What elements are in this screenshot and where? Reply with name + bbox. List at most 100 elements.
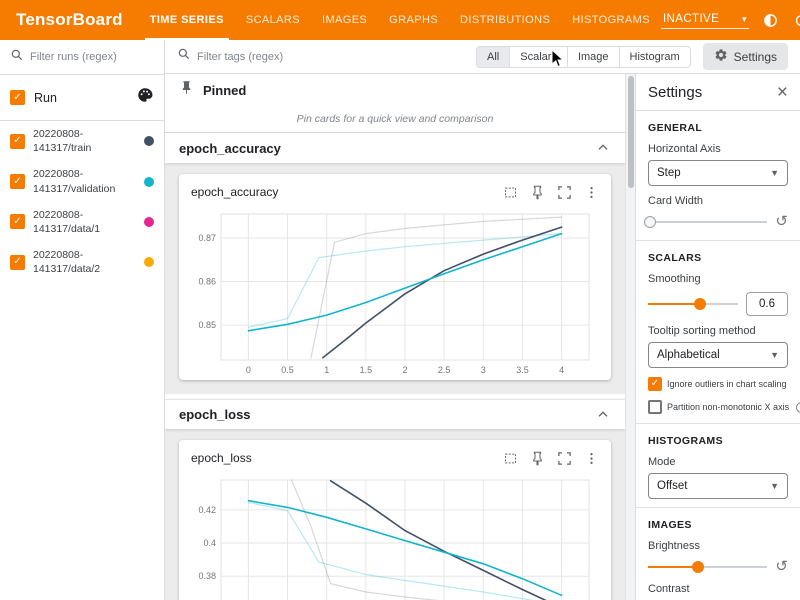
run-label: 20220808-141317/data/2: [33, 248, 136, 276]
run-checkbox[interactable]: [10, 174, 25, 189]
partition-x-checkbox[interactable]: [648, 400, 662, 414]
tab-distributions[interactable]: DISTRIBUTIONS: [449, 0, 561, 40]
run-color-dot: [144, 257, 154, 267]
svg-text:2: 2: [402, 365, 407, 375]
tooltip-sorting-value: Alphabetical: [657, 349, 720, 361]
divider: [636, 110, 800, 111]
scalars-heading: SCALARS: [648, 252, 788, 264]
reset-icon[interactable]: ↺: [775, 214, 788, 229]
header-actions: INACTIVE ▾ ?: [661, 11, 800, 29]
svg-text:0.5: 0.5: [281, 365, 294, 375]
svg-text:0: 0: [246, 365, 251, 375]
scrollbar-thumb[interactable]: [628, 76, 634, 188]
fullscreen-icon[interactable]: [556, 450, 572, 466]
section-title: epoch_accuracy: [179, 141, 281, 156]
more-options-icon[interactable]: [583, 450, 599, 466]
horizontal-axis-select[interactable]: Step ▼: [648, 160, 788, 186]
card-header: epoch_accuracy: [187, 182, 603, 204]
run-list-item[interactable]: 20220808-141317/data/2: [0, 242, 164, 282]
fit-domain-icon[interactable]: [502, 184, 518, 200]
card-width-slider[interactable]: [648, 215, 767, 229]
section-header-epoch-accuracy[interactable]: epoch_accuracy: [165, 133, 625, 163]
pin-card-icon[interactable]: [529, 184, 545, 200]
chip-image[interactable]: Image: [567, 46, 620, 68]
smoothing-value-input[interactable]: 0.6: [746, 292, 788, 316]
run-checkbox[interactable]: [10, 255, 25, 270]
select-all-runs-checkbox[interactable]: [10, 90, 25, 105]
chevron-up-icon[interactable]: [595, 407, 611, 423]
chevron-up-icon[interactable]: [595, 140, 611, 156]
svg-text:1.5: 1.5: [360, 365, 373, 375]
svg-text:3: 3: [481, 365, 486, 375]
tab-images[interactable]: IMAGES: [311, 0, 378, 40]
section-header-epoch-loss[interactable]: epoch_loss: [165, 399, 625, 429]
settings-button-label: Settings: [734, 50, 777, 64]
more-options-icon[interactable]: [583, 184, 599, 200]
chevron-down-icon: ▼: [770, 481, 779, 491]
chip-histogram[interactable]: Histogram: [619, 46, 691, 68]
partition-x-row[interactable]: Partition non-monotonic X axis i: [648, 400, 788, 414]
tags-filter-input[interactable]: [197, 51, 352, 63]
svg-text:3.5: 3.5: [516, 365, 529, 375]
run-label: 20220808-141317/train: [33, 127, 136, 155]
card-title: epoch_loss: [191, 451, 252, 465]
reload-status-value: INACTIVE: [663, 13, 719, 25]
reload-status-dropdown[interactable]: INACTIVE ▾: [661, 11, 749, 29]
vertical-scrollbar[interactable]: [625, 74, 635, 600]
histogram-mode-value: Offset: [657, 480, 687, 492]
tooltip-sorting-select[interactable]: Alphabetical ▼: [648, 342, 788, 368]
chip-scalars[interactable]: Scalars: [509, 46, 568, 68]
general-heading: GENERAL: [648, 122, 788, 134]
reset-icon[interactable]: ↺: [775, 559, 788, 574]
card-title: epoch_accuracy: [191, 185, 278, 199]
scalar-card-epoch-accuracy: epoch_accuracy 00.511.522.533: [179, 174, 611, 380]
app-header: TensorBoard TIME SERIES SCALARS IMAGES G…: [0, 0, 800, 40]
run-list-item[interactable]: 20220808-141317/train: [0, 121, 164, 161]
card-width-label: Card Width: [648, 195, 788, 207]
run-list-item[interactable]: 20220808-141317/data/1: [0, 202, 164, 242]
fullscreen-icon[interactable]: [556, 184, 572, 200]
search-icon: [177, 47, 191, 66]
line-chart-epoch-accuracy[interactable]: 00.511.522.533.540.850.860.87: [187, 204, 603, 378]
tab-time-series[interactable]: TIME SERIES: [139, 0, 235, 40]
fit-domain-icon[interactable]: [502, 450, 518, 466]
chip-all[interactable]: All: [476, 46, 510, 68]
contrast-label: Contrast: [648, 583, 788, 595]
images-heading: IMAGES: [648, 519, 788, 531]
brightness-slider[interactable]: [648, 560, 767, 574]
ignore-outliers-row[interactable]: Ignore outliers in chart scaling: [648, 377, 788, 391]
runs-filter-input[interactable]: [30, 51, 154, 63]
tab-graphs[interactable]: GRAPHS: [378, 0, 449, 40]
runs-filter: [0, 40, 164, 75]
chevron-down-icon: ▼: [770, 350, 779, 360]
info-icon: i: [796, 402, 800, 413]
run-color-dot: [144, 177, 154, 187]
run-checkbox[interactable]: [10, 134, 25, 149]
tab-scalars[interactable]: SCALARS: [235, 0, 311, 40]
divider: [636, 240, 800, 241]
close-icon[interactable]: ×: [777, 83, 788, 102]
tags-filter: [177, 47, 352, 66]
pinned-section-header: Pinned: [165, 74, 625, 106]
ignore-outliers-label: Ignore outliers in chart scaling: [667, 379, 787, 389]
section-title: epoch_loss: [179, 407, 251, 422]
settings-button[interactable]: Settings: [703, 43, 788, 70]
smoothing-slider[interactable]: [648, 297, 738, 311]
tag-type-filter-group: All Scalars Image Histogram: [476, 46, 691, 68]
line-chart-epoch-loss[interactable]: 00.511.522.533.540.360.380.40.42: [187, 470, 603, 600]
pin-card-icon[interactable]: [529, 450, 545, 466]
theme-toggle-icon[interactable]: [762, 11, 780, 29]
tab-histograms[interactable]: HISTOGRAMS: [561, 0, 661, 40]
divider: [636, 507, 800, 508]
runs-column-title: Run: [34, 91, 127, 105]
horizontal-axis-value: Step: [657, 167, 681, 179]
svg-text:0.42: 0.42: [198, 505, 216, 515]
histogram-mode-select[interactable]: Offset ▼: [648, 473, 788, 499]
refresh-icon[interactable]: [793, 11, 800, 29]
cards-scroll-area: Pinned Pin cards for a quick view and co…: [165, 74, 625, 600]
palette-icon[interactable]: [136, 86, 154, 109]
card-actions: [502, 184, 599, 200]
ignore-outliers-checkbox[interactable]: [648, 377, 662, 391]
run-list-item[interactable]: 20220808-141317/validation: [0, 161, 164, 201]
run-checkbox[interactable]: [10, 214, 25, 229]
